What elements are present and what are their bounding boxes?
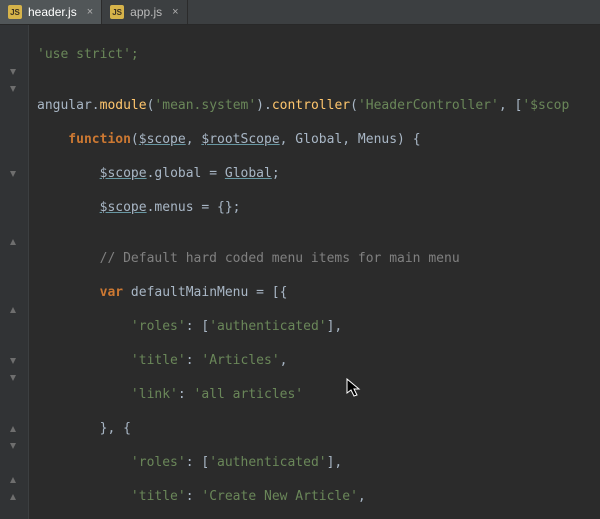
fold-marker-icon[interactable]	[6, 371, 20, 385]
fold-marker-icon[interactable]	[6, 82, 20, 96]
code-line[interactable]: 'roles': ['authenticated'],	[33, 318, 600, 335]
code-line[interactable]: function($scope, $rootScope, Global, Men…	[33, 131, 600, 148]
fold-marker-icon[interactable]	[6, 303, 20, 317]
code-line[interactable]: 'title': 'Articles',	[33, 352, 600, 369]
fold-marker-icon[interactable]	[6, 490, 20, 504]
code-line[interactable]: $scope.menus = {};	[33, 199, 600, 216]
tab-label: app.js	[130, 5, 162, 19]
code-line[interactable]: }, {	[33, 420, 600, 437]
code-line[interactable]: // Default hard coded menu items for mai…	[33, 250, 600, 267]
code-line[interactable]: $scope.global = Global;	[33, 165, 600, 182]
code-line[interactable]: 'use strict';	[33, 46, 600, 63]
tab-app-js[interactable]: JS app.js ×	[102, 0, 187, 24]
tab-label: header.js	[28, 5, 77, 19]
code-line[interactable]: var defaultMainMenu = [{	[33, 284, 600, 301]
js-file-icon: JS	[110, 5, 124, 19]
code-line[interactable]: 'roles': ['authenticated'],	[33, 454, 600, 471]
fold-marker-icon[interactable]	[6, 354, 20, 368]
code-line[interactable]: 'link': 'all articles'	[33, 386, 600, 403]
fold-marker-icon[interactable]	[6, 167, 20, 181]
fold-marker-icon[interactable]	[6, 235, 20, 249]
close-tab-icon[interactable]: ×	[172, 6, 178, 18]
close-tab-icon[interactable]: ×	[87, 6, 93, 18]
gutter[interactable]	[0, 25, 29, 519]
code-line[interactable]: angular.module('mean.system').controller…	[33, 97, 600, 114]
tab-header-js[interactable]: JS header.js ×	[0, 0, 102, 24]
js-file-icon: JS	[8, 5, 22, 19]
fold-marker-icon[interactable]	[6, 422, 20, 436]
fold-marker-icon[interactable]	[6, 65, 20, 79]
code-line[interactable]: 'title': 'Create New Article',	[33, 488, 600, 505]
tab-bar: JS header.js × JS app.js ×	[0, 0, 600, 25]
fold-marker-icon[interactable]	[6, 439, 20, 453]
code-area[interactable]: 'use strict'; angular.module('mean.syste…	[29, 25, 600, 519]
fold-marker-icon[interactable]	[6, 473, 20, 487]
code-editor[interactable]: 'use strict'; angular.module('mean.syste…	[0, 25, 600, 519]
